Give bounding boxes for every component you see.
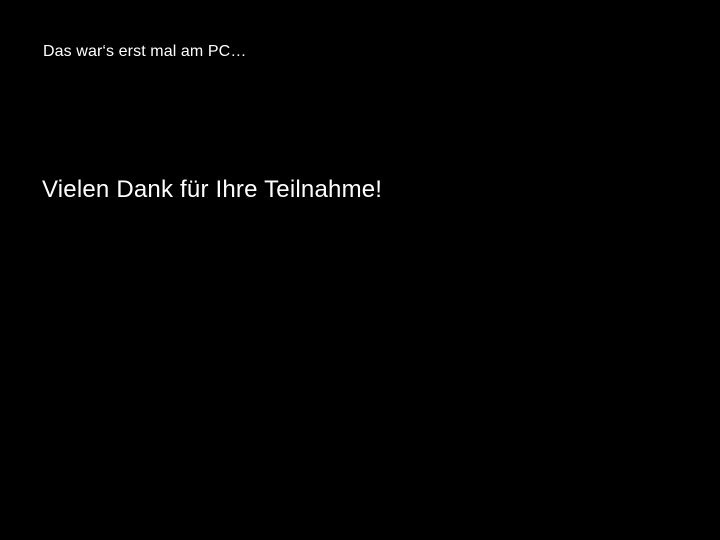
slide: Das war‘s erst mal am PC… Vielen Dank fü… xyxy=(0,0,720,540)
slide-top-text: Das war‘s erst mal am PC… xyxy=(43,43,247,60)
slide-main-text: Vielen Dank für Ihre Teilnahme! xyxy=(42,176,383,203)
